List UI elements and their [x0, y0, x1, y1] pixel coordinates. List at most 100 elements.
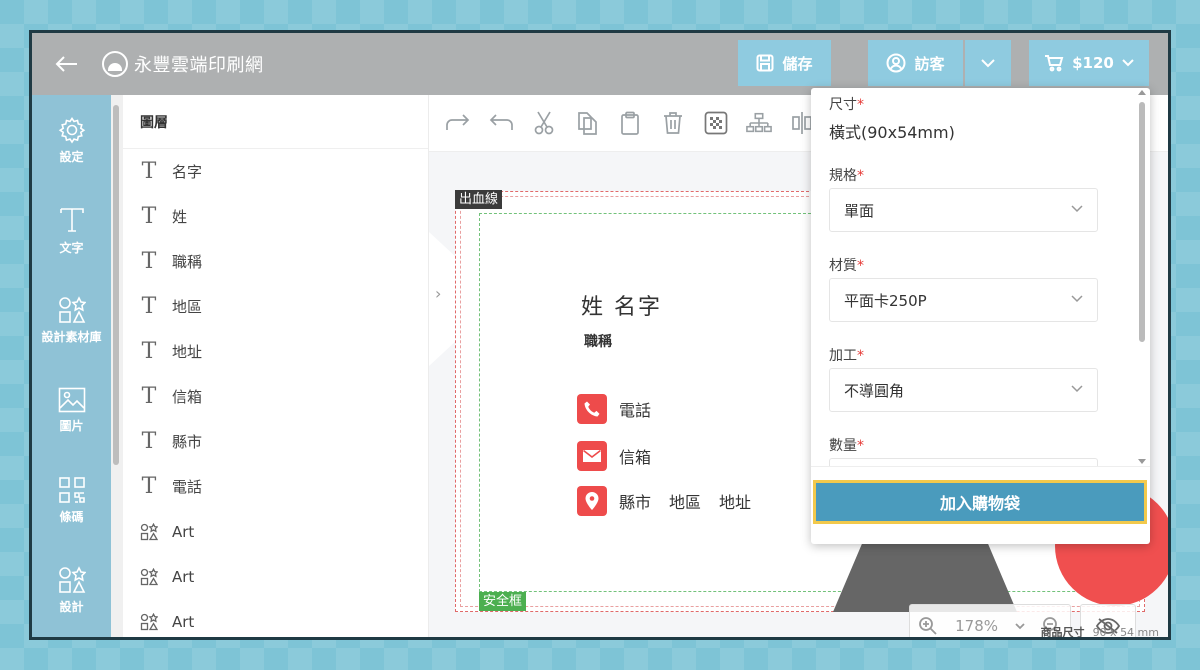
transparency-button[interactable]	[703, 110, 729, 136]
nav-label: 設計素材庫	[41, 329, 102, 344]
undo-button[interactable]	[488, 110, 514, 136]
zoom-in-icon[interactable]	[918, 616, 938, 636]
save-icon	[756, 54, 774, 72]
spec-selected-value: 單面	[844, 201, 875, 220]
layer-label: 職稱	[172, 253, 203, 271]
save-button[interactable]: 儲存	[738, 40, 831, 86]
chevron-down-icon	[1015, 622, 1025, 629]
required-mark: *	[857, 258, 864, 274]
nav-scrollbar[interactable]	[111, 95, 123, 637]
layer-item[interactable]: T 信箱	[123, 374, 428, 419]
layer-item[interactable]: Art	[123, 509, 428, 554]
size-label: 尺寸*	[829, 94, 864, 114]
layer-item[interactable]: T 電話	[123, 464, 428, 509]
layer-label: 信箱	[172, 388, 203, 406]
layer-item[interactable]: T 地址	[123, 329, 428, 374]
card-name-text[interactable]: 姓 名字	[581, 289, 662, 321]
options-scroll-area[interactable]: 尺寸* 橫式(90x54mm) 規格* 單面 材質* 平面卡250P 加工* 不…	[811, 88, 1150, 466]
spec-label: 規格*	[829, 165, 864, 185]
layer-label: Art	[172, 522, 195, 541]
paste-button[interactable]	[617, 110, 643, 136]
group-button[interactable]	[746, 110, 772, 136]
nav-label: 條碼	[59, 509, 84, 524]
scroll-up-arrow-icon[interactable]	[1138, 90, 1146, 95]
email-row[interactable]: 信箱	[577, 441, 651, 471]
layers-panel: 圖層 T 名字 T 姓 T 職稱 T 地區 T 地址 T 信箱 T 縣市 T 電話 Art Art Art	[123, 95, 429, 637]
nav-item-library[interactable]: 設計素材庫	[32, 275, 111, 365]
zoom-level[interactable]: 178%	[955, 617, 998, 635]
finish-label: 加工*	[829, 345, 864, 365]
material-selected-value: 平面卡250P	[844, 291, 927, 310]
redo-button[interactable]	[445, 110, 471, 136]
layer-label: 名字	[172, 163, 203, 181]
required-mark: *	[857, 438, 864, 454]
layer-item[interactable]: T 地區	[123, 284, 428, 329]
user-icon	[886, 53, 906, 73]
scroll-down-arrow-icon[interactable]	[1138, 459, 1146, 464]
finish-select[interactable]: 不導圓角	[829, 368, 1098, 412]
nav-item-text[interactable]: 文字	[32, 185, 111, 275]
finish-selected-value: 不導圓角	[844, 381, 905, 400]
layer-label: 縣市	[172, 433, 203, 451]
add-to-cart-button[interactable]: 加入購物袋	[813, 480, 1147, 524]
layers-collapse-toggle[interactable]: ›	[429, 232, 455, 366]
delete-button[interactable]	[660, 110, 686, 136]
chevron-right-icon: ›	[435, 284, 442, 303]
text-layer-icon: T	[141, 429, 157, 454]
paste-icon	[621, 111, 639, 135]
user-button[interactable]: 訪客	[868, 40, 963, 86]
nav-item-barcode[interactable]: 條碼	[32, 455, 111, 545]
art-layer-icon	[140, 612, 158, 631]
nav-item-design[interactable]: 設計	[32, 545, 111, 635]
layer-item[interactable]: T 縣市	[123, 419, 428, 464]
back-arrow-icon	[55, 56, 77, 72]
address-city: 縣市	[619, 493, 652, 512]
product-options-panel: 尺寸* 橫式(90x54mm) 規格* 單面 材質* 平面卡250P 加工* 不…	[811, 88, 1150, 544]
nav-item-images[interactable]: 圖片	[32, 365, 111, 455]
brand-logo[interactable]: 永豐雲端印刷網	[102, 51, 264, 77]
address-row[interactable]: 縣市 地區 地址	[577, 486, 751, 516]
layer-list: T 名字 T 姓 T 職稱 T 地區 T 地址 T 信箱 T 縣市 T 電話 Art Art Art	[123, 149, 428, 637]
user-menu-toggle[interactable]	[965, 40, 1011, 86]
nav-item-settings[interactable]: 設定	[32, 95, 111, 185]
layer-item[interactable]: T 職稱	[123, 239, 428, 284]
text-layer-icon: T	[141, 204, 157, 229]
copy-button[interactable]	[574, 110, 600, 136]
layer-label: 電話	[172, 478, 203, 496]
layer-item[interactable]: Art	[123, 554, 428, 599]
brand-name: 永豐雲端印刷網	[134, 55, 264, 76]
bleed-label: 出血線	[455, 190, 503, 209]
scrollbar-thumb[interactable]	[1139, 102, 1145, 342]
back-button[interactable]	[32, 33, 102, 95]
top-header: 永豐雲端印刷網 儲存 訪客 $120	[32, 33, 1168, 95]
phone-icon	[577, 394, 607, 424]
copy-icon	[578, 112, 597, 135]
chevron-down-icon	[1122, 59, 1134, 67]
spec-select[interactable]: 單面	[829, 188, 1098, 232]
mail-icon	[577, 441, 607, 471]
layer-label: Art	[172, 612, 195, 631]
phone-row[interactable]: 電話	[577, 394, 651, 424]
pattern-icon	[704, 111, 728, 135]
cart-total: $120	[1072, 54, 1114, 72]
undo-icon	[489, 114, 513, 130]
quantity-select[interactable]	[829, 458, 1098, 466]
cart-button[interactable]: $120	[1029, 40, 1149, 86]
scrollbar-thumb[interactable]	[113, 105, 119, 465]
options-scrollbar[interactable]	[1136, 88, 1148, 466]
layer-item[interactable]: T 名字	[123, 149, 428, 194]
text-layer-icon: T	[141, 384, 157, 409]
material-select[interactable]: 平面卡250P	[829, 278, 1098, 322]
layer-item[interactable]: T姓	[123, 194, 428, 239]
chevron-down-icon	[1071, 205, 1083, 213]
cut-button[interactable]	[531, 110, 557, 136]
layer-item[interactable]: Art	[123, 599, 428, 637]
email-text: 信箱	[619, 448, 652, 467]
text-layer-icon: T	[141, 474, 157, 499]
required-mark: *	[857, 348, 864, 364]
art-layer-icon	[140, 567, 158, 586]
text-layer-icon: T	[141, 294, 157, 319]
layers-title: 圖層	[123, 95, 428, 149]
card-title-text[interactable]: 職稱	[584, 331, 612, 351]
chevron-down-icon	[1071, 295, 1083, 303]
